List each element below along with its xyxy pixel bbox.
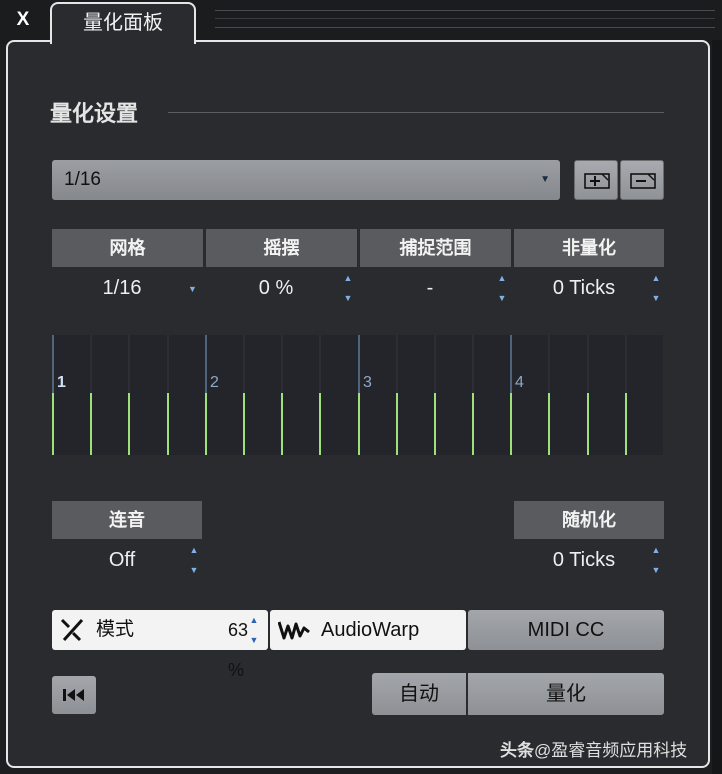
randomize-stepper[interactable]: ▲ ▼ (650, 540, 662, 580)
quantize-mode-control[interactable]: 模式 63 % ▲ ▼ (52, 610, 268, 680)
arrow-down-icon[interactable]: ▼ (248, 634, 260, 646)
reset-button[interactable] (52, 676, 96, 714)
bar-number-label: 2 (210, 374, 219, 391)
arrow-down-icon[interactable]: ▼ (342, 292, 354, 304)
legato-header: 连音 (52, 501, 202, 539)
audiowarp-icon (278, 621, 310, 640)
arrow-down-icon[interactable]: ▼ (650, 564, 662, 576)
watermark: 头条@盈睿音频应用科技 (500, 736, 687, 761)
arrow-up-icon[interactable]: ▲ (650, 544, 662, 556)
section-title: 量化设置 (50, 101, 139, 126)
mode-label: 模式 (96, 619, 135, 640)
capture-range-header: 捕捉范围 (360, 229, 511, 267)
preset-value: 1/16 (64, 169, 101, 190)
randomize-header: 随机化 (514, 501, 664, 539)
legato-value[interactable]: Off (52, 540, 192, 580)
swing-stepper[interactable]: ▲ ▼ (342, 268, 354, 308)
legato-stepper[interactable]: ▲ ▼ (188, 540, 200, 580)
arrow-up-icon[interactable]: ▲ (496, 272, 508, 284)
bar-number-label: 1 (57, 374, 66, 391)
arrow-up-icon[interactable]: ▲ (342, 272, 354, 284)
bar-number-label: 4 (515, 374, 524, 391)
chevron-down-icon[interactable]: ▼ (188, 284, 197, 294)
grid-value[interactable]: 1/16 (52, 268, 192, 308)
watermark-brand: 头条 (500, 741, 534, 760)
capture-range-value[interactable]: - (360, 268, 500, 308)
add-preset-icon (584, 173, 610, 189)
swing-header: 摇摆 (206, 229, 357, 267)
remove-preset-button[interactable] (620, 160, 664, 200)
audiowarp-button[interactable]: AudioWarp (270, 610, 466, 650)
quantize-grid-display: 1 2 3 4 (52, 335, 663, 455)
arrow-up-icon[interactable]: ▲ (188, 544, 200, 556)
non-quantize-stepper[interactable]: ▲ ▼ (650, 268, 662, 308)
arrow-up-icon[interactable]: ▲ (248, 614, 260, 626)
swing-value[interactable]: 0 % (206, 268, 346, 308)
midi-cc-button[interactable]: MIDI CC (468, 610, 664, 650)
grid-header: 网格 (52, 229, 203, 267)
arrow-down-icon[interactable]: ▼ (188, 564, 200, 576)
arrow-down-icon[interactable]: ▼ (496, 292, 508, 304)
rewind-icon (63, 689, 84, 701)
chevron-down-icon: ▼ (540, 174, 550, 185)
watermark-text: @盈睿音频应用科技 (534, 741, 688, 760)
arrow-down-icon[interactable]: ▼ (650, 292, 662, 304)
bar-number-label: 3 (363, 374, 372, 391)
quantize-button[interactable]: 量化 (468, 673, 664, 715)
arrow-up-icon[interactable]: ▲ (650, 272, 662, 284)
auto-quantize-button[interactable]: 自动 (372, 673, 466, 715)
remove-preset-icon (630, 173, 656, 189)
quantize-strength-icon (60, 618, 84, 642)
randomize-value[interactable]: 0 Ticks (514, 540, 654, 580)
non-quantize-value[interactable]: 0 Ticks (514, 268, 654, 308)
quantize-grid: 1 2 3 4 (52, 335, 627, 455)
mode-stepper[interactable]: ▲ ▼ (248, 610, 260, 650)
non-quantize-header: 非量化 (514, 229, 664, 267)
add-preset-button[interactable] (574, 160, 618, 200)
section-divider (168, 112, 664, 113)
preset-select[interactable]: 1/16 ▼ (52, 160, 560, 200)
capture-range-stepper[interactable]: ▲ ▼ (496, 268, 508, 308)
audiowarp-label: AudioWarp (321, 619, 420, 641)
